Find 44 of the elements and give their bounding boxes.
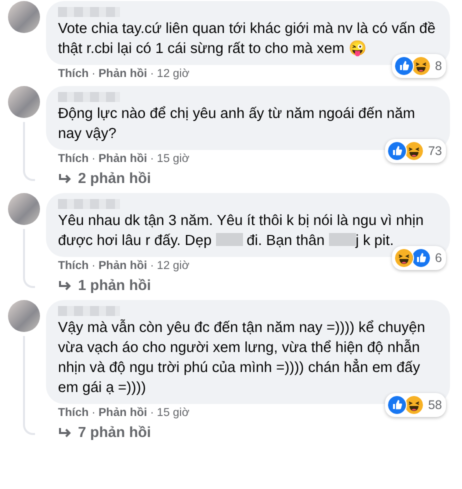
separator-dot: · [150,407,154,419]
comment-action-link[interactable]: Thích [58,407,89,419]
laughing-face-icon [404,395,424,415]
comment-action-link[interactable]: Thích [58,153,89,165]
thumbs-up-icon [387,141,408,161]
comment-action-link[interactable]: Thích [58,68,89,80]
timestamp[interactable]: 12 giờ [156,68,190,80]
separator-dot: · [150,260,154,272]
blurred-avatar[interactable] [8,86,40,118]
reaction-badge[interactable]: 6 [392,246,446,270]
comment-action-link[interactable]: Thích [58,260,89,272]
thread-line [23,229,35,288]
separator-dot: · [150,68,154,80]
laughing-face-icon [411,56,432,76]
timestamp[interactable]: 15 giờ [156,153,190,165]
view-replies-link[interactable]: 7 phản hồi [58,425,450,441]
separator-dot: · [92,260,96,272]
laughing-face-icon [404,141,424,161]
reaction-badge[interactable]: 58 [385,393,446,417]
separator-dot: · [92,68,96,80]
comment-action-link[interactable]: Phản hồi [98,68,148,80]
reply-arrow-icon [58,173,72,185]
blurred-avatar[interactable] [8,193,40,225]
thumbs-up-icon [387,395,408,415]
view-replies-link[interactable]: 2 phản hồi [58,171,450,187]
reply-arrow-icon [58,280,72,292]
separator-dot: · [150,153,154,165]
thumbs-up-icon [411,248,432,268]
comment-action-link[interactable]: Phản hồi [98,260,148,272]
blurred-avatar[interactable] [8,300,40,332]
thread-line [23,122,35,181]
reaction-badge[interactable]: 73 [385,139,446,163]
separator-dot: · [92,407,96,419]
thumbs-up-icon [394,56,414,76]
reaction-badge[interactable]: 8 [392,54,446,78]
timestamp[interactable]: 12 giờ [156,260,190,272]
blurred-avatar[interactable] [8,1,40,33]
comment-action-link[interactable]: Phản hồi [98,153,148,165]
comment-action-link[interactable]: Phản hồi [98,407,148,419]
reply-arrow-icon [58,427,72,439]
timestamp[interactable]: 15 giờ [156,407,190,419]
separator-dot: · [92,153,96,165]
view-replies-link[interactable]: 1 phản hồi [58,278,450,294]
laughing-face-icon [394,248,414,268]
